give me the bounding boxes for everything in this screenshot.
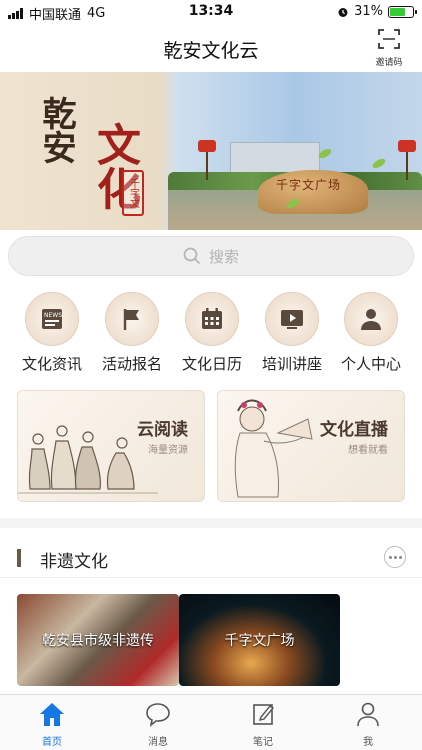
scholars-illustration (18, 425, 158, 494)
tab-label: 消息 (148, 737, 168, 748)
note-icon (253, 704, 275, 725)
section-marker (17, 549, 21, 567)
cloud-reading-card[interactable]: 云阅读 海量资源 (17, 390, 205, 502)
svg-text:NEWS: NEWS (44, 312, 62, 319)
search-bar[interactable]: 搜索 (8, 236, 414, 276)
card-title: 文化直播 (320, 420, 388, 440)
tab-label: 笔记 (253, 737, 273, 748)
search-icon (183, 247, 201, 265)
menu-label: 文化资讯 (21, 355, 82, 373)
scan-icon (378, 29, 400, 49)
banner-seal: 千字文 (122, 170, 144, 216)
heritage-item[interactable]: 千字文广场 (179, 594, 340, 686)
battery-icon (388, 5, 417, 18)
search-placeholder: 搜索 (208, 247, 239, 266)
menu-label: 培训讲座 (261, 355, 322, 373)
tab-home[interactable]: 首页 (22, 701, 82, 748)
card-subtitle: 海量资源 (148, 445, 188, 456)
menu-label: 个人中心 (340, 355, 401, 373)
tab-label: 我 (363, 737, 373, 748)
calendar-icon (185, 292, 239, 346)
video-play-icon (265, 292, 319, 346)
heritage-item[interactable]: 乾安县市级非遗传 (17, 594, 179, 686)
menu-item-training[interactable]: 培训讲座 (252, 292, 332, 374)
card-subtitle: 想看就看 (348, 445, 388, 456)
section-divider (0, 518, 422, 528)
banner-title-part1: 乾安 (36, 96, 76, 164)
tab-bar: 首页 消息 笔记 我 (0, 694, 422, 750)
user-icon (357, 702, 379, 727)
app-screen: 中国联通 4G 13:34 31% 乾安文化云 邀请码 千字文广场 乾安 文化 … (0, 0, 422, 750)
alarm-icon (338, 7, 348, 17)
menu-item-profile[interactable]: 个人中心 (331, 292, 411, 374)
heritage-item-label: 乾安县市级非遗传 (42, 633, 154, 649)
culture-live-card[interactable]: 文化直播 想看就看 (217, 390, 405, 502)
menu-label: 活动报名 (101, 355, 162, 373)
section-title: 非遗文化 (40, 552, 108, 572)
invite-code-button[interactable]: 邀请码 (370, 28, 408, 68)
opera-performer-illustration (234, 399, 313, 498)
menu-item-registration[interactable]: 活动报名 (92, 292, 172, 374)
heritage-section-header: 非遗文化 (0, 538, 422, 578)
home-icon (40, 703, 64, 726)
banner-flower-right (398, 140, 416, 180)
battery-percent: 31% (354, 4, 383, 19)
tab-messages[interactable]: 消息 (128, 701, 188, 748)
banner-rock-text: 千字文广场 (276, 178, 342, 192)
more-icon[interactable] (384, 546, 406, 568)
banner-flower-left (198, 140, 216, 180)
menu-item-news[interactable]: NEWS 文化资讯 (12, 292, 92, 374)
card-title: 云阅读 (137, 420, 188, 440)
status-bar: 中国联通 4G 13:34 31% (0, 0, 422, 24)
leaf-decoration (371, 156, 387, 171)
newspaper-icon: NEWS (25, 292, 79, 346)
person-icon (344, 292, 398, 346)
menu-item-calendar[interactable]: 文化日历 (172, 292, 252, 374)
page-title: 乾安文化云 (163, 40, 259, 62)
nav-bar: 乾安文化云 邀请码 (0, 24, 422, 72)
invite-code-label: 邀请码 (375, 58, 403, 68)
tab-label: 首页 (42, 737, 62, 748)
flag-icon (105, 292, 159, 346)
menu-label: 文化日历 (181, 355, 242, 373)
tab-me[interactable]: 我 (338, 701, 398, 748)
status-right: 31% (337, 4, 417, 19)
message-icon (146, 703, 170, 727)
hero-banner[interactable]: 千字文广场 乾安 文化 千字文 (0, 72, 422, 230)
quick-menu: NEWS 文化资讯 活动报名 文化日历 培训讲座 个人中心 (0, 292, 422, 374)
tab-notes[interactable]: 笔记 (233, 701, 293, 748)
heritage-item-label: 千字文广场 (224, 633, 295, 649)
